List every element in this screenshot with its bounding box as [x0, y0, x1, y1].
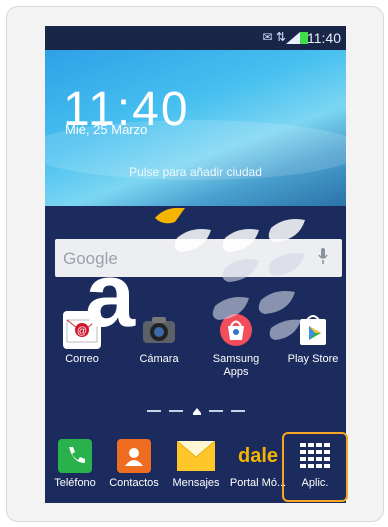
contacts-icon [117, 439, 151, 473]
dale-icon: dale [237, 444, 279, 467]
app-label: Correo [65, 353, 99, 365]
app-play-store[interactable]: Play Store [280, 311, 346, 366]
app-samsung-apps[interactable]: Samsung Apps [203, 311, 269, 379]
clock-date: Mié, 25 Marzo [65, 122, 148, 137]
app-label: Play Store [287, 353, 339, 365]
dock-portal-movil[interactable]: dale Portal Mó... [227, 439, 289, 490]
add-city-hint[interactable]: Pulse para añadir ciudad [45, 165, 346, 179]
clock-widget[interactable]: 11:40 Mié, 25 Marzo Pulse para añadir ci… [45, 50, 346, 206]
dock-contactos[interactable]: Contactos [103, 439, 165, 490]
messages-icon [177, 441, 215, 471]
signal-icon [286, 32, 300, 44]
email-icon: @ [63, 311, 101, 349]
app-label: Cámara [139, 353, 179, 365]
play-store-icon [294, 311, 332, 349]
google-search-bar[interactable]: Google [55, 239, 342, 277]
google-logo-text: Google [63, 249, 118, 268]
mic-icon[interactable] [318, 248, 328, 264]
dock-mensajes[interactable]: Mensajes [165, 439, 227, 490]
app-camara[interactable]: Cámara [126, 311, 192, 366]
aplic-highlight-box [282, 432, 348, 502]
dock-label: Mensajes [172, 477, 220, 489]
home-page-icon [193, 408, 201, 415]
notification-icons: ✉ ⇅ [262, 30, 286, 44]
app-label: Samsung Apps [212, 353, 260, 378]
phone-icon [58, 439, 92, 473]
dock-label: Contactos [109, 477, 159, 489]
samsung-apps-icon [217, 311, 255, 349]
status-bar: ✉ ⇅ 11:40 [45, 26, 346, 50]
status-time: 11:40 [307, 30, 341, 46]
svg-text:@: @ [77, 326, 87, 337]
dock-telefono[interactable]: Teléfono [45, 439, 105, 490]
page-indicator [147, 408, 245, 415]
dock-label: Portal Mó... [229, 477, 287, 489]
camera-icon [140, 311, 178, 349]
app-correo[interactable]: @ Correo [49, 311, 115, 366]
dock-label: Teléfono [54, 477, 96, 489]
